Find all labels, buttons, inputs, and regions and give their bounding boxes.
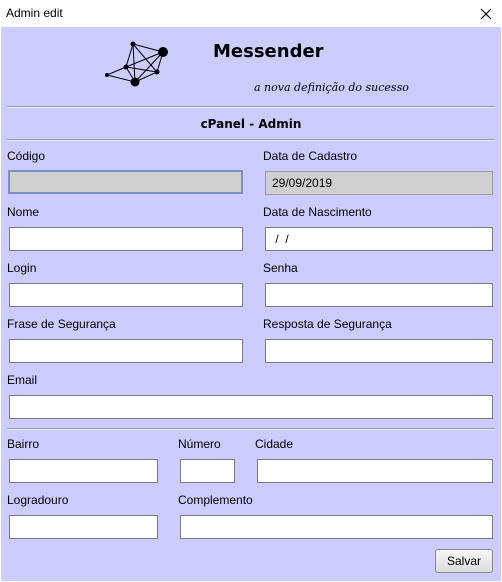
network-logo-icon [105,41,168,87]
senha-label: Senha [263,261,298,275]
data-cadastro-field[interactable] [265,171,493,195]
logradouro-label: Logradouro [7,493,69,507]
close-icon [480,8,492,19]
data-cadastro-label: Data de Cadastro [263,149,358,163]
app-name: Messender [213,41,324,62]
tagline: a nova definição do sucesso [254,81,409,94]
numero-label: Número [178,437,221,451]
frase-seguranca-field[interactable] [9,339,243,363]
login-label: Login [7,261,37,275]
cidade-label: Cidade [255,437,294,451]
complemento-field[interactable] [180,515,493,539]
bairro-label: Bairro [7,437,40,451]
data-nascimento-label: Data de Nascimento [263,205,372,219]
form-panel: Messender a nova definição do sucesso cP… [1,27,501,581]
login-field[interactable] [9,283,243,307]
section-divider [7,139,495,141]
title-bar: Admin edit [0,0,502,27]
nome-label: Nome [7,205,40,219]
frase-seguranca-label: Frase de Segurança [7,317,116,331]
codigo-field[interactable] [8,170,243,194]
email-field[interactable] [9,395,493,419]
data-nascimento-field[interactable] [265,227,493,251]
complemento-label: Complemento [178,493,253,507]
cidade-field[interactable] [257,459,493,483]
nome-field[interactable] [9,227,243,251]
window-title: Admin edit [6,6,63,20]
save-button[interactable]: Salvar [435,549,493,573]
email-label: Email [7,373,38,387]
address-divider [7,428,495,430]
numero-field[interactable] [180,459,235,483]
senha-field[interactable] [265,283,493,307]
logradouro-field[interactable] [9,515,158,539]
bairro-field[interactable] [9,459,158,483]
close-button[interactable] [470,0,502,27]
header-divider [7,106,495,108]
section-title: cPanel - Admin [200,117,302,131]
resposta-seguranca-field[interactable] [265,339,493,363]
resposta-seguranca-label: Resposta de Segurança [263,317,392,331]
codigo-label: Código [7,149,46,163]
admin-edit-window: Admin edit Messender a nova definição do… [0,0,502,582]
